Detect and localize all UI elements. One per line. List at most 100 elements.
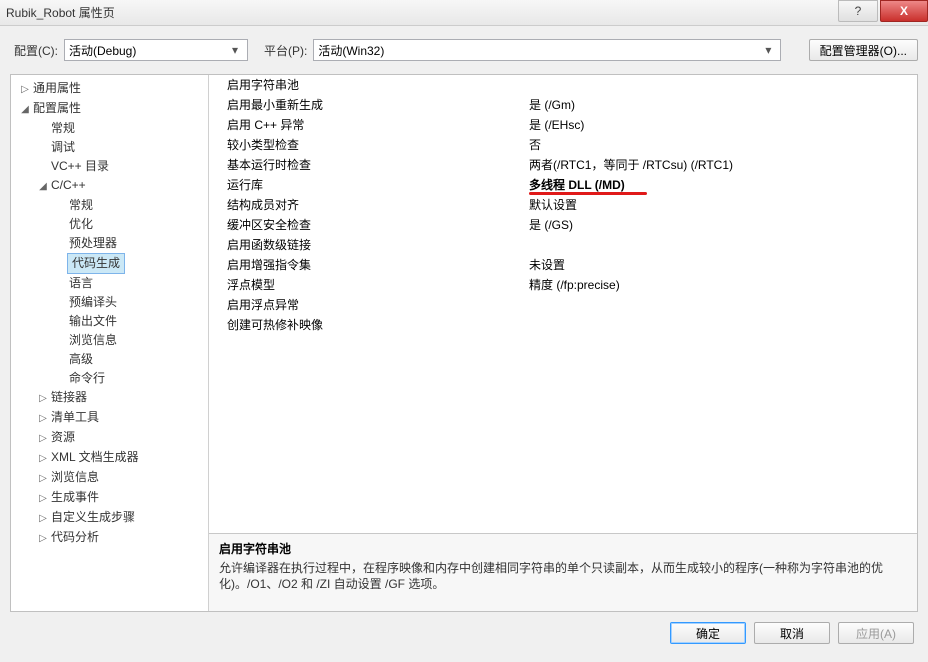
tree-item-label[interactable]: 链接器 [49, 388, 87, 407]
property-name: 结构成员对齐 [209, 196, 529, 213]
property-row[interactable]: 启用浮点异常 [209, 295, 917, 315]
main-panel: ▷通用属性◢配置属性常规调试VC++ 目录◢C/C++常规优化预处理器代码生成语… [10, 74, 918, 612]
property-value[interactable]: 精度 (/fp:precise) [529, 276, 917, 293]
property-value[interactable]: 是 (/GS) [529, 216, 917, 233]
property-row[interactable]: 较小类型检查否 [209, 135, 917, 155]
tree-item-label[interactable]: 通用属性 [31, 79, 81, 98]
tree-item[interactable]: 命令行 [15, 369, 208, 388]
property-name: 创建可热修补映像 [209, 316, 529, 333]
tree-item[interactable]: ▷自定义生成步骤 [15, 508, 208, 528]
help-button[interactable]: ? [838, 0, 878, 22]
tree-expand-icon[interactable]: ▷ [37, 409, 49, 428]
chevron-down-icon: ▾ [227, 43, 243, 57]
tree-item-label[interactable]: 输出文件 [67, 312, 117, 331]
tree-item[interactable]: 高级 [15, 350, 208, 369]
tree-expand-icon[interactable]: ▷ [37, 509, 49, 528]
property-row[interactable]: 创建可热修补映像 [209, 315, 917, 335]
tree-item-label[interactable]: 常规 [49, 119, 75, 138]
tree-item-label[interactable]: XML 文档生成器 [49, 448, 139, 467]
tree-item-label[interactable]: 优化 [67, 215, 93, 234]
tree-item-label[interactable]: 代码生成 [67, 253, 125, 274]
property-value[interactable]: 是 (/Gm) [529, 96, 917, 113]
close-button[interactable]: X [880, 0, 928, 22]
cancel-button[interactable]: 取消 [754, 622, 830, 644]
property-name: 浮点模型 [209, 276, 529, 293]
tree-item-label[interactable]: 常规 [67, 196, 93, 215]
dialog-buttons: 确定 取消 应用(A) [0, 612, 928, 644]
tree-item[interactable]: ▷XML 文档生成器 [15, 448, 208, 468]
tree-item[interactable]: 调试 [15, 138, 208, 157]
tree-item[interactable]: ▷通用属性 [15, 79, 208, 99]
property-row[interactable]: 启用函数级链接 [209, 235, 917, 255]
property-row[interactable]: 基本运行时检查两者(/RTC1，等同于 /RTCsu) (/RTC1) [209, 155, 917, 175]
tree-expand-icon[interactable]: ▷ [37, 529, 49, 548]
tree-item-label[interactable]: 资源 [49, 428, 75, 447]
tree-item[interactable]: ▷浏览信息 [15, 468, 208, 488]
tree-item[interactable]: ▷清单工具 [15, 408, 208, 428]
tree-item[interactable]: ▷代码分析 [15, 528, 208, 548]
tree-item[interactable]: ▷链接器 [15, 388, 208, 408]
tree-item[interactable]: 代码生成 [15, 253, 208, 274]
tree-item[interactable]: 语言 [15, 274, 208, 293]
property-name: 启用字符串池 [209, 76, 529, 93]
property-row[interactable]: 启用字符串池 [209, 75, 917, 95]
tree-item-label[interactable]: 自定义生成步骤 [49, 508, 135, 527]
property-row[interactable]: 运行库多线程 DLL (/MD) [209, 175, 917, 195]
tree-expand-icon[interactable]: ▷ [37, 489, 49, 508]
tree-item[interactable]: VC++ 目录 [15, 157, 208, 176]
property-row[interactable]: 缓冲区安全检查是 (/GS) [209, 215, 917, 235]
tree-item[interactable]: 优化 [15, 215, 208, 234]
config-manager-button[interactable]: 配置管理器(O)... [809, 39, 918, 61]
tree-item[interactable]: 预编译头 [15, 293, 208, 312]
config-combo[interactable]: 活动(Debug) ▾ [64, 39, 248, 61]
tree-item[interactable]: ▷生成事件 [15, 488, 208, 508]
apply-button[interactable]: 应用(A) [838, 622, 914, 644]
property-name: 启用 C++ 异常 [209, 116, 529, 133]
property-row[interactable]: 启用 C++ 异常是 (/EHsc) [209, 115, 917, 135]
tree-item-label[interactable]: 语言 [67, 274, 93, 293]
tree-item[interactable]: ▷资源 [15, 428, 208, 448]
tree-item[interactable]: ◢配置属性 [15, 99, 208, 119]
tree-item[interactable]: 浏览信息 [15, 331, 208, 350]
tree-item[interactable]: 常规 [15, 119, 208, 138]
tree-item-label[interactable]: 代码分析 [49, 528, 99, 547]
tree-item-label[interactable]: 清单工具 [49, 408, 99, 427]
tree-item-label[interactable]: 高级 [67, 350, 93, 369]
platform-combo[interactable]: 活动(Win32) ▾ [313, 39, 781, 61]
property-value[interactable]: 是 (/EHsc) [529, 116, 917, 133]
tree-expand-icon[interactable]: ▷ [37, 429, 49, 448]
property-value[interactable]: 未设置 [529, 256, 917, 273]
property-value[interactable]: 两者(/RTC1，等同于 /RTCsu) (/RTC1) [529, 156, 917, 173]
tree-expand-icon[interactable]: ▷ [37, 449, 49, 468]
tree-item-label[interactable]: 配置属性 [31, 99, 81, 118]
tree-item-label[interactable]: 浏览信息 [67, 331, 117, 350]
tree-item[interactable]: ◢C/C++ [15, 176, 208, 196]
tree-expand-icon[interactable]: ◢ [19, 100, 31, 119]
tree-expand-icon[interactable]: ▷ [37, 469, 49, 488]
property-value[interactable]: 默认设置 [529, 196, 917, 213]
tree-expand-icon[interactable]: ▷ [19, 80, 31, 99]
tree-item-label[interactable]: 命令行 [67, 369, 105, 388]
tree-item-label[interactable]: 预编译头 [67, 293, 117, 312]
tree-item-label[interactable]: 浏览信息 [49, 468, 99, 487]
tree-item-label[interactable]: 调试 [49, 138, 75, 157]
tree-item-label[interactable]: 生成事件 [49, 488, 99, 507]
property-row[interactable]: 结构成员对齐默认设置 [209, 195, 917, 215]
tree-expand-icon[interactable]: ▷ [37, 389, 49, 408]
tree-expand-icon[interactable]: ◢ [37, 177, 49, 196]
property-value[interactable]: 多线程 DLL (/MD) [529, 176, 917, 193]
tree-item-label[interactable]: 预处理器 [67, 234, 117, 253]
tree-item[interactable]: 常规 [15, 196, 208, 215]
tree-item-label[interactable]: VC++ 目录 [49, 157, 109, 176]
property-row[interactable]: 启用增强指令集未设置 [209, 255, 917, 275]
property-row[interactable]: 浮点模型精度 (/fp:precise) [209, 275, 917, 295]
property-grid[interactable]: 启用字符串池启用最小重新生成是 (/Gm)启用 C++ 异常是 (/EHsc)较… [209, 75, 917, 533]
tree-item-label[interactable]: C/C++ [49, 176, 86, 195]
tree-item[interactable]: 预处理器 [15, 234, 208, 253]
tree-item[interactable]: 输出文件 [15, 312, 208, 331]
content-panel: 启用字符串池启用最小重新生成是 (/Gm)启用 C++ 异常是 (/EHsc)较… [209, 75, 917, 611]
nav-tree[interactable]: ▷通用属性◢配置属性常规调试VC++ 目录◢C/C++常规优化预处理器代码生成语… [11, 75, 209, 611]
property-value[interactable]: 否 [529, 136, 917, 153]
ok-button[interactable]: 确定 [670, 622, 746, 644]
property-row[interactable]: 启用最小重新生成是 (/Gm) [209, 95, 917, 115]
